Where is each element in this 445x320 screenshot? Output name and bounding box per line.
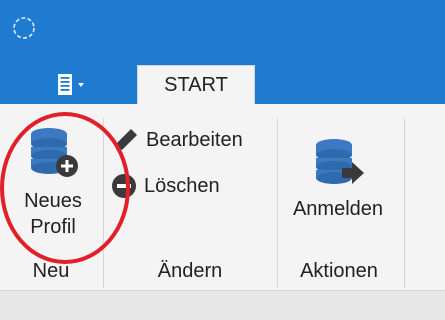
pencil-icon: [116, 129, 137, 150]
database-arrow-icon: [316, 139, 364, 184]
login-button[interactable]: Anmelden: [282, 136, 394, 222]
content-area: [0, 291, 445, 320]
delete-button[interactable]: Löschen: [110, 170, 220, 202]
edit-label: Bearbeiten: [146, 128, 243, 151]
group-separator: [103, 118, 104, 288]
delete-label: Löschen: [144, 174, 220, 197]
loading-spinner-icon: [13, 17, 35, 39]
group-separator: [404, 118, 405, 288]
app-menu-button[interactable]: [57, 73, 91, 97]
new-profile-label-line1: Neues: [24, 190, 82, 212]
tab-start[interactable]: START: [137, 65, 255, 105]
new-profile-button[interactable]: Neues Profil: [10, 124, 96, 240]
login-label: Anmelden: [292, 198, 384, 220]
minus-circle-icon: [112, 174, 136, 198]
database-add-icon: [31, 128, 78, 177]
group-separator: [277, 118, 278, 288]
group-label-aendern: Ändern: [157, 260, 223, 282]
document-menu-icon: [58, 74, 84, 95]
new-profile-label-line2: Profil: [30, 216, 76, 238]
edit-button[interactable]: Bearbeiten: [112, 124, 243, 156]
title-bar: [0, 0, 445, 59]
group-label-aktionen: Aktionen: [300, 260, 378, 282]
group-label-neu: Neu: [32, 260, 70, 282]
